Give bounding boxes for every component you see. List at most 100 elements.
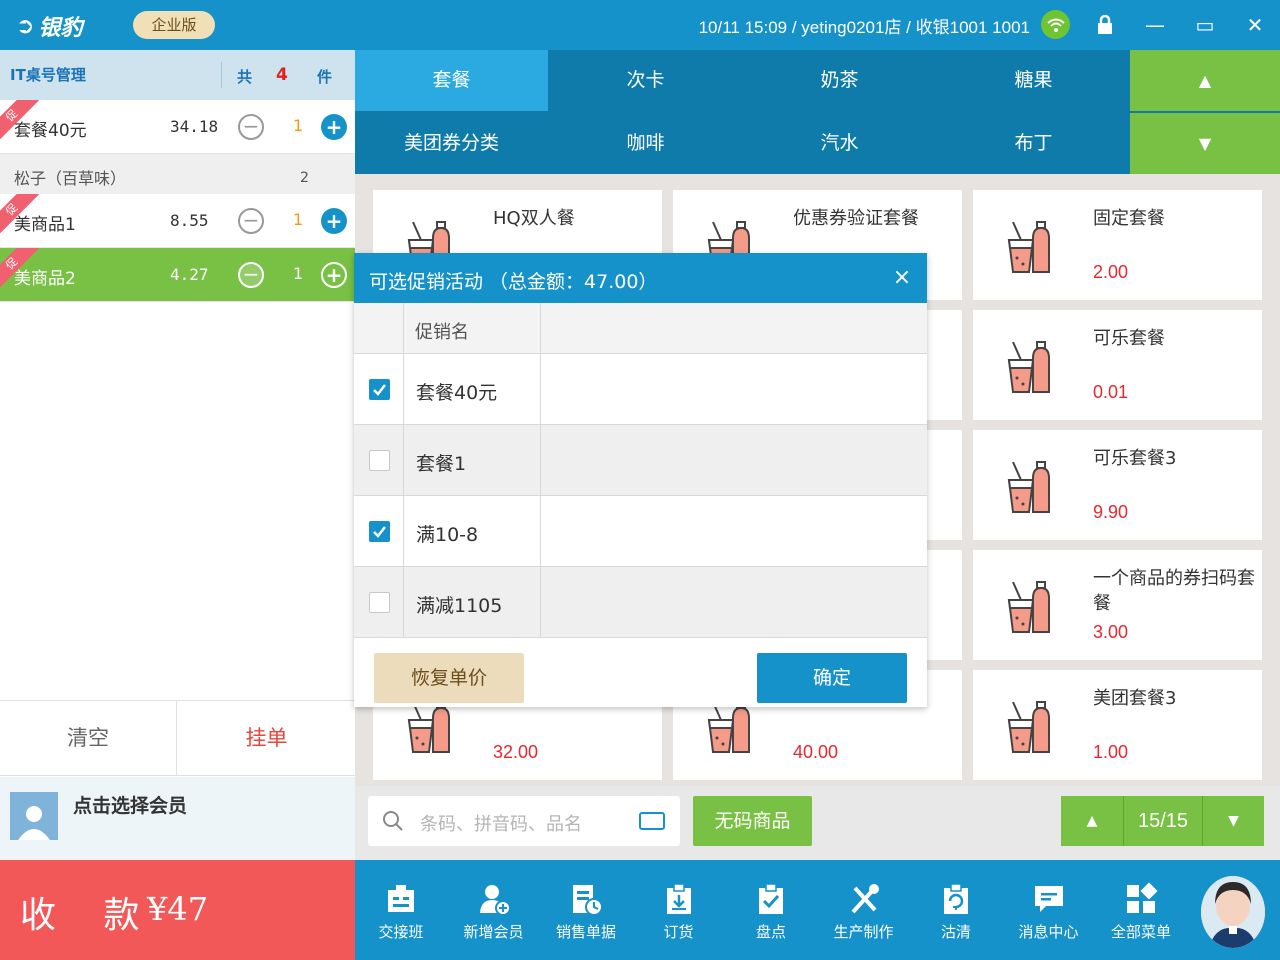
decrease-button[interactable]: −	[238, 262, 264, 288]
category-tab[interactable]: 咖啡	[549, 113, 742, 174]
promotion-checkbox[interactable]	[369, 450, 390, 471]
restore-price-button[interactable]: 恢复单价	[374, 653, 524, 703]
no-barcode-button[interactable]: 无码商品	[693, 796, 812, 846]
cart-item[interactable]: 促 美商品1 8.55 − 1 +	[0, 194, 355, 248]
cart-header: IT桌号管理 共 4 件	[0, 50, 355, 100]
search-icon	[383, 811, 403, 831]
member-avatar-icon	[10, 792, 58, 840]
product-card[interactable]: 可乐套餐 0.01	[973, 310, 1262, 420]
keyboard-icon[interactable]	[639, 812, 665, 830]
confirm-button[interactable]: 确定	[757, 653, 907, 703]
checkbox-column-header	[354, 303, 404, 354]
drink-icon	[1003, 578, 1051, 634]
close-icon[interactable]: ×	[889, 265, 915, 291]
wifi-icon[interactable]	[1041, 10, 1070, 39]
promotion-checkbox[interactable]	[369, 521, 390, 542]
lock-icon[interactable]	[1088, 8, 1122, 42]
promotion-name: 套餐40元	[404, 354, 541, 425]
sub-item-name: 松子（百草味）	[14, 169, 127, 188]
promotion-row[interactable]: 套餐40元	[354, 354, 927, 425]
checkbox-cell	[354, 354, 404, 425]
close-icon[interactable]: ✕	[1238, 8, 1272, 42]
product-card[interactable]: 美团套餐3 1.00	[973, 670, 1262, 780]
category-tab[interactable]: 糖果	[937, 50, 1130, 111]
product-card[interactable]: 可乐套餐3 9.90	[973, 430, 1262, 540]
logo-mark-icon: ➲	[16, 13, 35, 39]
handover-icon	[388, 885, 414, 912]
promotion-name: 满减1105	[404, 567, 541, 638]
page-up-button[interactable]: ▲	[1061, 796, 1123, 846]
promotion-row[interactable]: 满减1105	[354, 567, 927, 638]
total-count: 4	[276, 65, 288, 85]
search-input[interactable]: 条码、拼音码、品名	[368, 796, 680, 846]
select-member-button[interactable]: 点击选择会员	[0, 777, 355, 860]
page-down-button[interactable]: ▼	[1202, 796, 1264, 846]
increase-button[interactable]: +	[321, 262, 347, 288]
checkbox-cell	[354, 496, 404, 567]
total-suffix: 件	[317, 68, 333, 86]
category-tabs: 套餐 次卡 奶茶 糖果 ▲ 美团券分类 咖啡 汽水 布丁 ▼	[355, 50, 1280, 174]
increase-button[interactable]: +	[321, 208, 347, 234]
promotion-checkbox[interactable]	[369, 379, 390, 400]
toolbar-button[interactable]: 订货	[633, 860, 725, 960]
minimize-icon[interactable]: —	[1138, 8, 1172, 42]
promotion-row[interactable]: 套餐1	[354, 425, 927, 496]
category-tab[interactable]: 套餐	[355, 50, 548, 111]
toolbar-label: 销售单据	[555, 923, 616, 941]
maximize-icon[interactable]: ▭	[1188, 8, 1222, 42]
table-management-link[interactable]: IT桌号管理	[10, 64, 86, 85]
product-name: HQ双人餐	[493, 208, 575, 229]
toolbar-label: 沽清	[940, 923, 971, 941]
product-card[interactable]: 固定套餐 2.00	[973, 190, 1262, 300]
cart-item-selected[interactable]: 促 美商品2 4.27 − 1 +	[0, 248, 355, 302]
product-price: 1.00	[1093, 742, 1129, 762]
product-name: 可乐套餐	[1093, 328, 1165, 349]
logo-text: 银豹	[38, 16, 83, 41]
checkout-button[interactable]: 收 款 ¥47	[0, 860, 355, 960]
assistant-avatar[interactable]	[1201, 876, 1265, 948]
hold-order-button[interactable]: 挂单	[178, 701, 355, 776]
decrease-button[interactable]: −	[238, 114, 264, 140]
category-tab[interactable]: 奶茶	[743, 50, 936, 111]
toolbar-button[interactable]: 生产制作	[818, 860, 910, 960]
toolbar-button[interactable]: 沽清	[910, 860, 1002, 960]
checkout-amount: ¥47	[147, 890, 209, 928]
cart-item-price: 4.27	[170, 265, 209, 284]
cart-item-name: 美商品2	[14, 269, 76, 289]
toolbar-button[interactable]: 消息中心	[1003, 860, 1095, 960]
pager: ▲ 15/15 ▼	[1061, 796, 1264, 846]
member-label: 点击选择会员	[73, 795, 188, 817]
promotion-name: 套餐1	[404, 425, 541, 496]
category-tab[interactable]: 美团券分类	[355, 113, 548, 174]
session-info: 10/11 15:09 / yeting0201店 / 收银1001 1001	[698, 18, 1030, 37]
product-price: 3.00	[1093, 622, 1129, 642]
increase-button[interactable]: +	[321, 114, 347, 140]
decrease-button[interactable]: −	[238, 208, 264, 234]
search-placeholder: 条码、拼音码、品名	[420, 814, 582, 835]
title-bar: ➲ 银豹 企业版 10/11 15:09 / yeting0201店 / 收银1…	[0, 0, 1280, 50]
promotion-checkbox[interactable]	[369, 592, 390, 613]
production-icon	[851, 884, 879, 914]
divider	[221, 62, 222, 88]
toolbar-button[interactable]: 销售单据	[540, 860, 632, 960]
category-tab[interactable]: 汽水	[743, 113, 936, 174]
dialog-header: 可选促销活动 （总金额：47.00） ×	[354, 253, 927, 303]
drink-icon	[1003, 218, 1051, 274]
cart-sub-item[interactable]: 松子（百草味） 2	[0, 154, 355, 194]
toolbar-button[interactable]: 盘点	[725, 860, 817, 960]
toolbar-button[interactable]: 全部菜单	[1095, 860, 1187, 960]
category-tab[interactable]: 布丁	[937, 113, 1130, 174]
promotion-row[interactable]: 满10-8	[354, 496, 927, 567]
toolbar-button[interactable]: 新增会员	[448, 860, 540, 960]
product-card[interactable]: 一个商品的券扫码套餐 3.00	[973, 550, 1262, 660]
category-up-button[interactable]: ▲	[1130, 50, 1280, 111]
clear-button[interactable]: 清空	[0, 701, 177, 776]
category-down-button[interactable]: ▼	[1130, 113, 1280, 174]
product-price: 32.00	[493, 742, 539, 762]
cart-item-price: 34.18	[170, 117, 219, 136]
cart-item[interactable]: 促 套餐40元 34.18 − 1 +	[0, 100, 355, 154]
category-tab[interactable]: 次卡	[549, 50, 742, 111]
product-price: 40.00	[793, 742, 839, 762]
inventory-icon	[759, 883, 783, 914]
toolbar-button[interactable]: 交接班	[355, 860, 447, 960]
